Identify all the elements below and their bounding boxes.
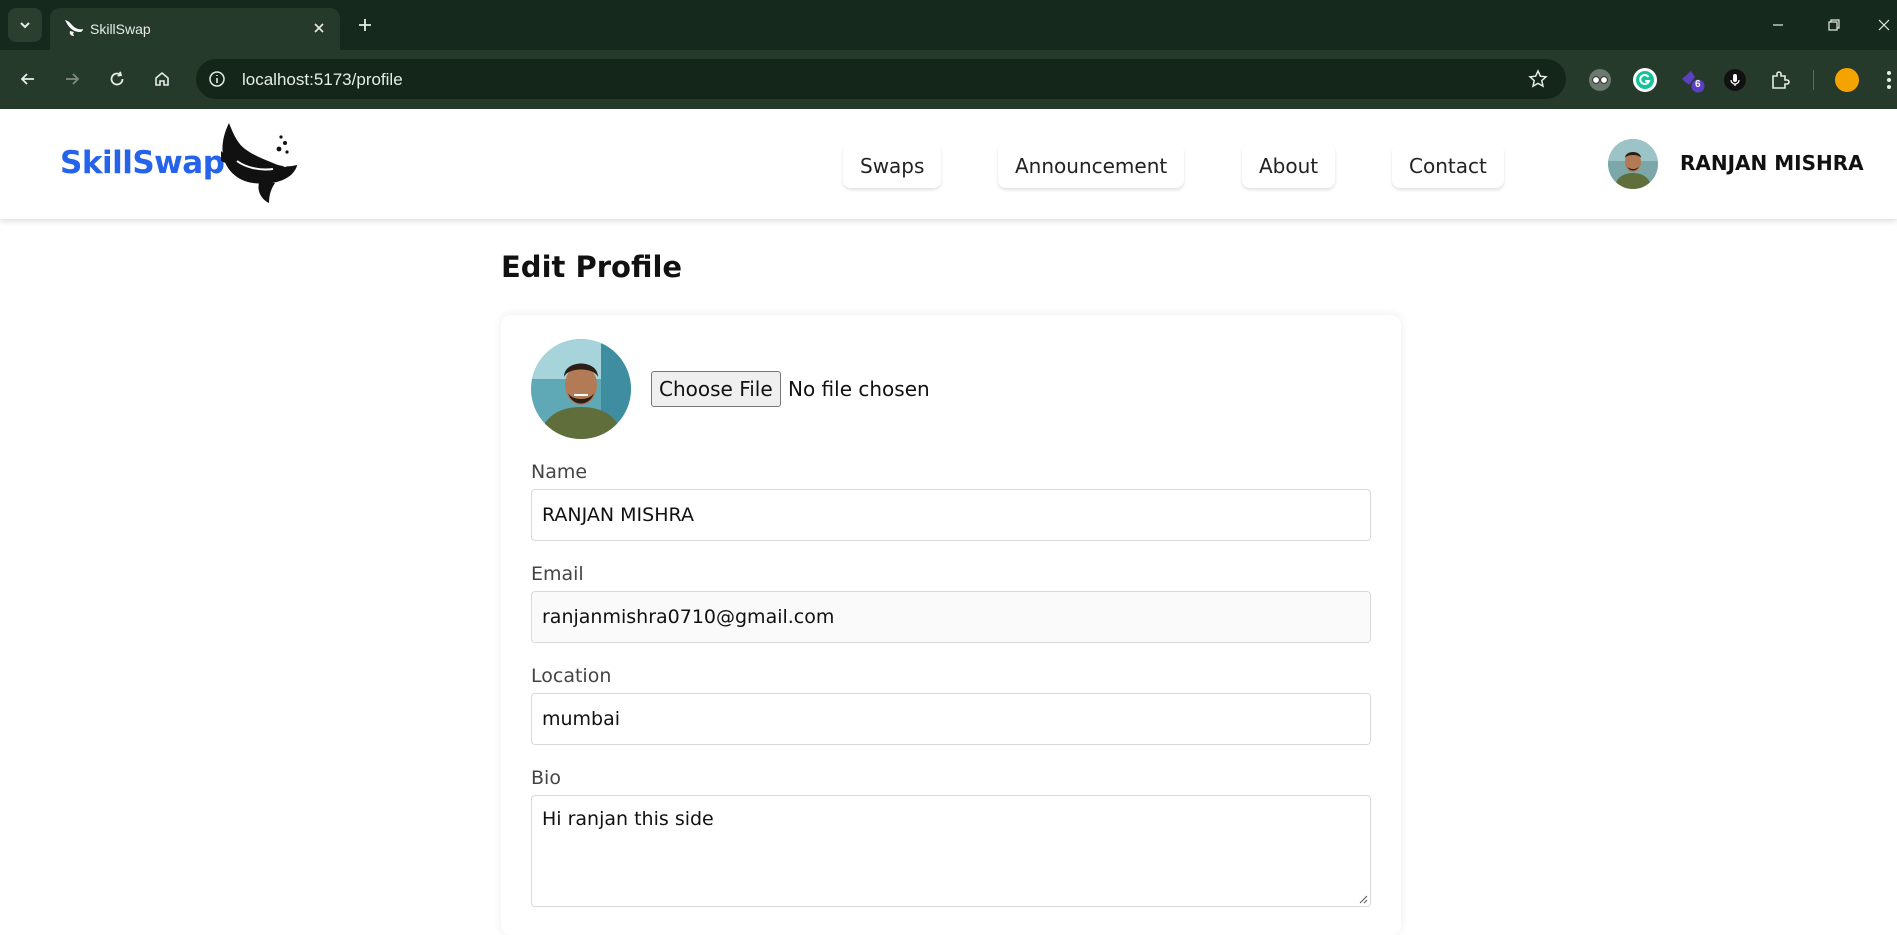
reload-icon — [110, 71, 124, 86]
reload-button[interactable] — [102, 64, 132, 94]
whale-logo-icon[interactable] — [215, 121, 299, 205]
minimize-button[interactable] — [1758, 10, 1798, 40]
name-label: Name — [531, 461, 588, 483]
minimize-icon — [1773, 24, 1783, 26]
close-icon[interactable] — [308, 17, 330, 39]
address-bar[interactable]: localhost:5173/profile — [196, 59, 1566, 99]
close-icon — [1878, 19, 1889, 31]
grammarly-icon[interactable] — [1632, 67, 1658, 93]
file-status: No file chosen — [788, 377, 930, 401]
profile-photo — [531, 339, 631, 439]
back-button[interactable] — [13, 64, 43, 94]
nav-about[interactable]: About — [1242, 144, 1336, 188]
plus-icon — [359, 19, 371, 31]
name-input[interactable]: RANJAN MISHRA — [531, 489, 1371, 541]
new-tab-button[interactable] — [352, 12, 378, 38]
site-info-icon[interactable] — [204, 66, 230, 92]
home-icon — [155, 71, 169, 86]
extension-badge-count: 6 — [1695, 79, 1701, 90]
restore-button[interactable] — [1814, 10, 1854, 40]
browser-toolbar: localhost:5173/profile 6 — [0, 50, 1897, 109]
arrow-left-icon — [20, 73, 34, 85]
location-label: Location — [531, 665, 612, 687]
browser-tab-bar: SkillSwap — [0, 0, 1897, 50]
address-url[interactable]: localhost:5173/profile — [242, 70, 403, 90]
page-title: Edit Profile — [501, 250, 683, 284]
chevron-down-icon — [20, 22, 30, 29]
email-input[interactable]: ranjanmishra0710@gmail.com — [531, 591, 1371, 643]
email-label: Email — [531, 563, 584, 585]
forward-button[interactable] — [57, 64, 87, 94]
brand-name[interactable]: SkillSwap — [60, 145, 225, 181]
bio-textarea[interactable]: Hi ranjan this side — [531, 795, 1371, 907]
nav-swaps[interactable]: Swaps — [843, 144, 942, 188]
puzzle-extensions-icon[interactable] — [1767, 67, 1793, 93]
site-header: SkillSwap Swaps Announcement About Conta… — [0, 109, 1897, 219]
whale-favicon-icon — [65, 20, 83, 36]
profile-avatar-icon[interactable] — [1834, 67, 1860, 93]
nav-announcement[interactable]: Announcement — [998, 144, 1185, 188]
user-avatar[interactable] — [1608, 139, 1658, 189]
resize-grip-icon[interactable] — [1358, 894, 1368, 904]
nav-contact[interactable]: Contact — [1392, 144, 1504, 188]
menu-dots-icon[interactable] — [1880, 67, 1897, 93]
location-input[interactable]: mumbai — [531, 693, 1371, 745]
bio-label: Bio — [531, 767, 561, 789]
choose-file-button[interactable]: Choose File — [651, 371, 781, 407]
window-close-button[interactable] — [1870, 10, 1897, 40]
profile-dot — [1835, 68, 1859, 92]
user-name[interactable]: RANJAN MISHRA — [1680, 151, 1864, 175]
extension-glasses-icon[interactable] — [1587, 67, 1613, 93]
home-button[interactable] — [147, 64, 177, 94]
toolbar-divider — [1813, 70, 1814, 90]
bookmark-star-icon[interactable] — [1526, 67, 1550, 91]
restore-icon — [1828, 19, 1840, 31]
arrow-right-icon — [66, 73, 80, 85]
tab-title: SkillSwap — [90, 21, 151, 37]
extension-badge-icon[interactable]: 6 — [1679, 67, 1705, 93]
microphone-icon[interactable] — [1722, 67, 1748, 93]
tab-search-button[interactable] — [8, 8, 42, 42]
browser-tab[interactable]: SkillSwap — [50, 8, 340, 50]
edit-profile-card: Choose File No file chosen Name RANJAN M… — [501, 315, 1401, 935]
bio-text: Hi ranjan this side — [542, 808, 714, 830]
